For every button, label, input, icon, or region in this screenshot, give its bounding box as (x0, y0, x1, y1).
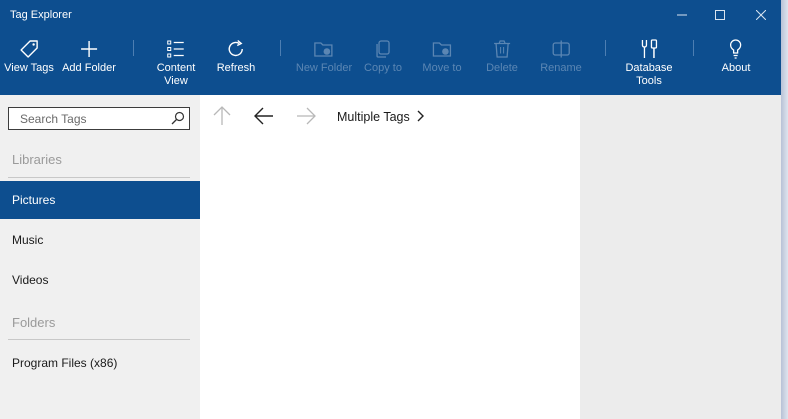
minimize-button[interactable] (662, 0, 702, 30)
up-arrow-icon[interactable] (212, 105, 232, 127)
toolbar-separator (693, 40, 694, 56)
content-pane[interactable]: Multiple Tags (200, 95, 580, 419)
content-view-label-1: Content (156, 62, 196, 74)
view-tags-button[interactable]: View Tags (4, 38, 54, 75)
database-tools-label-2: Tools (636, 75, 662, 87)
rename-button[interactable]: Rename (540, 38, 582, 75)
new-folder-label: New Folder (295, 62, 353, 74)
back-arrow-icon[interactable] (253, 105, 275, 127)
view-tags-label: View Tags (4, 62, 54, 74)
sidebar-item-videos[interactable]: Videos (0, 261, 200, 299)
about-icon (730, 39, 742, 59)
sidebar-item-program-files[interactable]: Program Files (x86) (0, 344, 200, 382)
delete-icon (493, 40, 510, 58)
maximize-button[interactable] (700, 0, 740, 30)
sidebar-item-pictures[interactable]: Pictures (0, 181, 200, 219)
search-box (8, 107, 190, 130)
toolbar-separator (605, 40, 606, 56)
refresh-icon (228, 39, 244, 57)
new-folder-icon (314, 42, 333, 57)
close-icon (756, 10, 766, 20)
window-title: Tag Explorer (10, 9, 72, 21)
refresh-button[interactable]: Refresh (216, 38, 256, 75)
breadcrumb[interactable]: Multiple Tags (337, 110, 410, 124)
content-view-button[interactable]: Content View (156, 38, 196, 88)
toolbar-separator (133, 40, 134, 56)
database-tools-label-1: Database (625, 62, 673, 74)
rename-label: Rename (540, 62, 582, 74)
move-to-label: Move to (422, 62, 462, 74)
plus-icon (81, 41, 97, 57)
copy-to-button[interactable]: Copy to (364, 38, 402, 75)
maximize-icon (715, 10, 725, 20)
minimize-icon (677, 14, 687, 16)
chevron-right-icon[interactable] (415, 109, 425, 123)
about-button[interactable]: About (721, 38, 751, 75)
copy-icon (376, 40, 390, 58)
copy-to-label: Copy to (364, 62, 402, 74)
add-folder-label: Add Folder (62, 62, 116, 74)
sidebar: Libraries Pictures Music Videos Folders … (0, 95, 200, 419)
add-folder-button[interactable]: Add Folder (62, 38, 116, 75)
list-view-icon (167, 40, 184, 58)
forward-arrow-icon[interactable] (295, 105, 317, 127)
title-bar: Tag Explorer (0, 0, 781, 30)
detail-pane (580, 95, 781, 419)
toolbar: View Tags Add Folder Content View Refresh… (0, 30, 781, 95)
delete-button[interactable]: Delete (486, 38, 518, 75)
move-to-button[interactable]: Move to (422, 38, 462, 75)
folders-header: Folders (12, 315, 56, 330)
search-icon[interactable] (171, 111, 185, 125)
database-tools-icon (641, 39, 657, 58)
search-input[interactable] (9, 108, 180, 129)
app-window: Tag Explorer View Tags Add Folder Conten… (0, 0, 781, 419)
libraries-header: Libraries (12, 152, 62, 167)
divider (8, 177, 190, 178)
delete-label: Delete (486, 62, 518, 74)
close-button[interactable] (741, 0, 781, 30)
new-folder-button[interactable]: New Folder (296, 38, 352, 75)
sidebar-item-music[interactable]: Music (0, 221, 200, 259)
move-folder-icon (432, 42, 451, 57)
about-label: About (721, 62, 751, 74)
desktop-background (781, 0, 788, 419)
content-view-label-2: View (164, 75, 188, 87)
toolbar-separator (280, 40, 281, 56)
database-tools-button[interactable]: Database Tools (625, 38, 673, 88)
divider (8, 339, 190, 340)
refresh-label: Refresh (216, 62, 256, 74)
tag-icon (20, 40, 38, 58)
rename-icon (552, 40, 570, 58)
